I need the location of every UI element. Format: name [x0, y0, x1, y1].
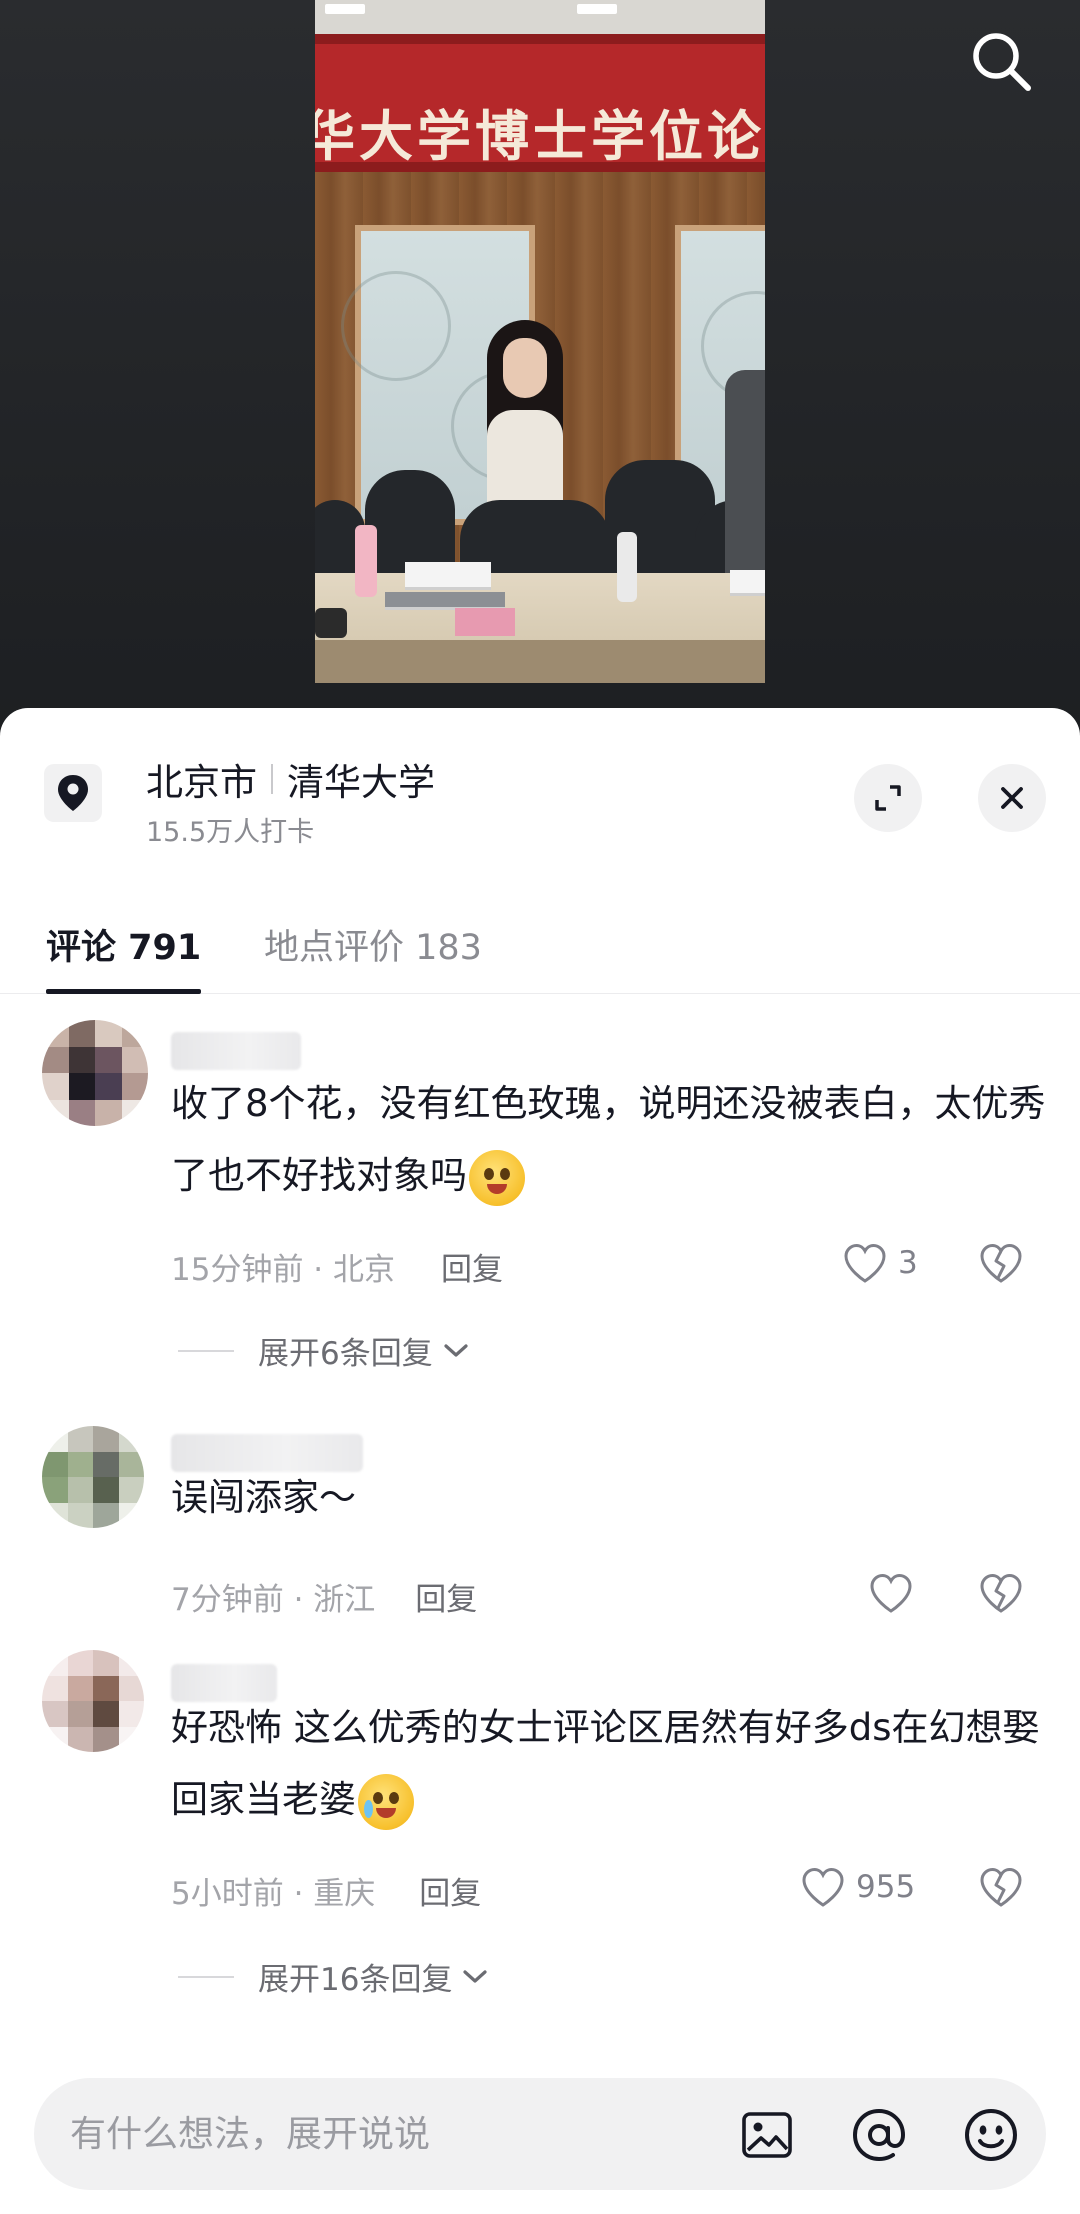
location-city: 北京市 [146, 761, 257, 804]
comment-text: 收了8个花，没有红色玫瑰，说明还没被表白，太优秀了也不好找对象吗 [171, 1068, 1051, 1212]
avatar[interactable] [42, 1426, 144, 1528]
avatar[interactable] [42, 1650, 144, 1752]
location-checkins: 15.5万人打卡 [146, 817, 315, 848]
avatar[interactable] [42, 1020, 148, 1126]
ceiling [315, 0, 765, 34]
nameplate [455, 608, 515, 636]
reply-button[interactable]: 回复 [415, 1574, 477, 1619]
expand-dash [178, 1975, 234, 1978]
chevron-down-icon [463, 1969, 488, 1983]
comment-time-location: 15分钟前 · 北京 [171, 1252, 396, 1288]
expand-replies-label: 展开6条回复 [258, 1336, 433, 1372]
comment-time-location: 7分钟前 · 浙江 [171, 1582, 376, 1618]
comment-meta: 15分钟前 · 北京 回复 [171, 1244, 503, 1289]
bottle [617, 532, 637, 602]
dislike-button[interactable] [978, 1866, 1024, 1912]
video-player[interactable]: 华大学博士学位论 [315, 0, 765, 683]
username[interactable] [171, 1032, 301, 1070]
close-button[interactable] [978, 764, 1046, 832]
image-button[interactable] [736, 2104, 798, 2166]
like-button[interactable]: 3 [842, 1242, 918, 1284]
video-banner: 华大学博士学位论 [315, 34, 765, 172]
expand-dash [178, 1349, 234, 1352]
emoji-button[interactable] [960, 2104, 1022, 2166]
chevron-down-icon [444, 1343, 468, 1357]
comment-time-location: 5小时前 · 重庆 [171, 1876, 376, 1912]
comment-meta: 5小时前 · 重庆 回复 [171, 1868, 481, 1913]
search-icon [973, 33, 1031, 91]
location-header[interactable]: 北京市 清华大学 15.5万人打卡 [0, 708, 1080, 868]
table-edge [315, 640, 765, 683]
heart-icon [802, 1867, 844, 1907]
mention-button[interactable] [848, 2104, 910, 2166]
bottle [355, 525, 377, 597]
at-icon [852, 2108, 906, 2162]
dislike-button[interactable] [978, 1242, 1024, 1288]
heart-icon [870, 1573, 912, 1613]
reply-button[interactable]: 回复 [441, 1244, 503, 1289]
dislike-button[interactable] [978, 1572, 1024, 1618]
papers [405, 562, 491, 590]
location-title[interactable]: 北京市 清华大学 [146, 752, 435, 806]
image-icon [742, 2112, 792, 2158]
expand-icon [875, 785, 901, 811]
like-button[interactable]: 955 [800, 1866, 915, 1908]
location-icon-box [44, 764, 102, 822]
crying-face-emoji [358, 1773, 414, 1830]
heart-icon [844, 1243, 886, 1283]
tab-place-reviews[interactable]: 地点评价 183 [264, 908, 482, 994]
suit-person [725, 370, 765, 590]
comment-text: 误闯添家～ [171, 1476, 356, 1519]
broken-heart-icon [980, 1867, 1022, 1907]
comment-text: 好恐怖 这么优秀的女士评论区居然有好多ds在幻想娶回家当老婆 [171, 1692, 1051, 1836]
pleading-face-emoji [469, 1149, 525, 1206]
like-count: 3 [898, 1245, 918, 1281]
expand-replies-button[interactable]: 展开6条回复 [178, 1328, 471, 1373]
papers [730, 570, 765, 596]
reply-button[interactable]: 回复 [419, 1868, 481, 1913]
comment-composer [34, 2078, 1046, 2190]
comment-text-content: 收了8个花，没有红色玫瑰，说明还没被表白，太优秀了也不好找对象吗 [171, 1082, 1046, 1197]
banner-text: 华大学博士学位论 [315, 105, 765, 168]
like-count: 955 [856, 1869, 916, 1905]
comment-text-content: 好恐怖 这么优秀的女士评论区居然有好多ds在幻想娶回家当老婆 [171, 1706, 1040, 1821]
location-place: 清华大学 [287, 761, 435, 804]
location-separator [271, 764, 273, 794]
search-button[interactable] [968, 28, 1034, 94]
comment-meta: 7分钟前 · 浙江 回复 [171, 1574, 477, 1619]
expand-replies-button[interactable]: 展开16条回复 [178, 1954, 490, 1999]
expand-button[interactable] [854, 764, 922, 832]
broken-heart-icon [980, 1243, 1022, 1283]
broken-heart-icon [980, 1573, 1022, 1613]
tab-bar: 评论 791 地点评价 183 [0, 908, 1080, 994]
comment-input[interactable] [70, 2078, 710, 2190]
expand-replies-label: 展开16条回复 [258, 1962, 453, 1998]
tab-comments[interactable]: 评论 791 [46, 908, 202, 994]
close-icon [1001, 787, 1023, 809]
location-pin-icon [58, 775, 88, 811]
like-button[interactable] [868, 1572, 924, 1614]
comments-sheet: 北京市 清华大学 15.5万人打卡 评论 791 地点评价 183 收了8个花，… [0, 708, 1080, 2214]
emoji-icon [965, 2109, 1017, 2161]
device [315, 608, 347, 638]
